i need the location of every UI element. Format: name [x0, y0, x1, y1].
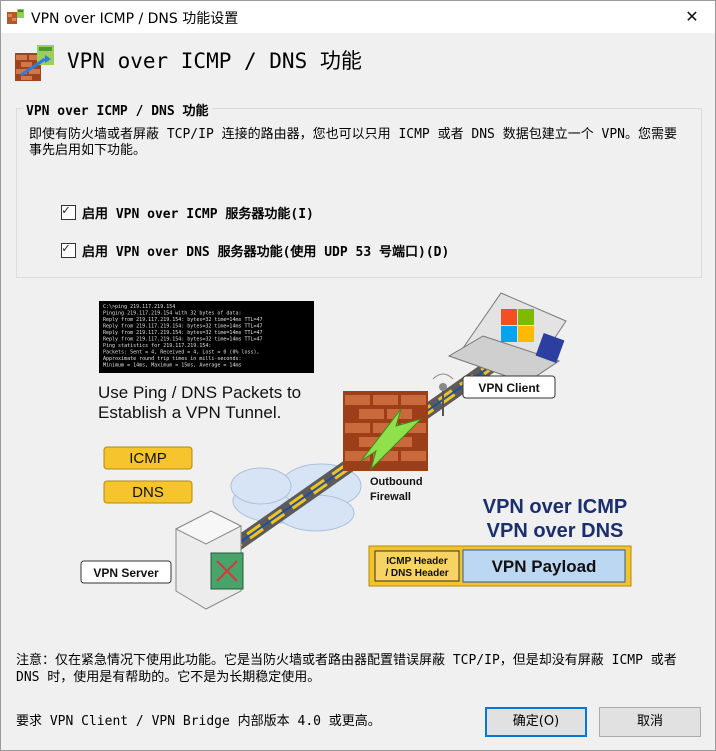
firewall-wall-icon	[343, 391, 428, 471]
terminal-line: Reply from 219.117.219.154: bytes=32 tim…	[103, 337, 263, 343]
terminal-line: Pinging 219.117.219.154 with 32 bytes of…	[103, 311, 241, 317]
icmp-header-label: ICMP Header	[386, 556, 448, 567]
icmp-badge: ICMP	[103, 446, 193, 470]
enable-icmp-checkbox[interactable]: 启用 VPN over ICMP 服务器功能(I)	[61, 203, 314, 222]
terminal-line: Ping statistics for 219.117.219.154:	[103, 343, 211, 349]
firewall-label-1: Outbound	[370, 476, 423, 488]
checkbox-dns-label: 启用 VPN over DNS 服务器功能(使用 UDP 53 号端口)(D)	[82, 245, 450, 260]
vpn-diagram: C:\>ping 219.117.219.154Pinging 219.117.…	[80, 292, 632, 610]
terminal-line: Reply from 219.117.219.154: bytes=32 tim…	[103, 317, 263, 323]
title-bar: VPN over ICMP / DNS 功能设置 ✕	[1, 1, 715, 33]
server-icon	[174, 510, 244, 610]
dns-badge: DNS	[103, 480, 193, 504]
requirement-text: 要求 VPN Client / VPN Bridge 内部版本 4.0 或更高。	[16, 714, 381, 729]
vpn-payload-label: VPN Payload	[492, 557, 597, 576]
diagram-caption-2: Establish a VPN Tunnel.	[98, 403, 281, 422]
close-icon: ✕	[685, 7, 699, 26]
vpn-server-label: VPN Server	[80, 560, 172, 584]
warning-note: 注意：仅在紧急情况下使用此功能。它是当防火墙或者路由器配置错误屏蔽 TCP/IP…	[16, 653, 677, 685]
svg-text:VPN Server: VPN Server	[93, 566, 159, 580]
icmp-badge-label: ICMP	[129, 450, 167, 467]
checkbox-icmp-label: 启用 VPN over ICMP 服务器功能(I)	[82, 207, 314, 222]
firewall-icon	[15, 45, 54, 81]
vpn-client-label: VPN Client	[462, 375, 556, 399]
terminal-line: Packets: Sent = 4, Received = 4, Lost = …	[103, 350, 260, 356]
ping-terminal: C:\>ping 219.117.219.154Pinging 219.117.…	[99, 301, 314, 373]
header-title: VPN over ICMP / DNS 功能	[67, 49, 362, 73]
terminal-line: C:\>ping 219.117.219.154	[103, 304, 175, 310]
dialog-window: VPN over ICMP / DNS 功能设置 ✕ VPN over ICMP…	[0, 0, 716, 751]
settings-group: VPN over ICMP / DNS 功能 即使有防火墙或者屏蔽 TCP/IP…	[16, 100, 702, 278]
packet-diagram: ICMP Header / DNS Header VPN Payload	[368, 545, 632, 587]
diagram-caption-1: Use Ping / DNS Packets to	[98, 383, 301, 402]
ok-button[interactable]: 确定(O)	[485, 707, 587, 737]
firewall-label-2: Firewall	[370, 491, 411, 503]
title-vpn-over-dns: VPN over DNS	[487, 520, 624, 542]
dialog-header: VPN over ICMP / DNS 功能	[1, 33, 715, 89]
group-description: 即使有防火墙或者屏蔽 TCP/IP 连接的路由器，您也可以只用 ICMP 或者 …	[29, 127, 678, 158]
app-icon	[7, 9, 24, 24]
laptop-icon	[447, 292, 567, 384]
dns-badge-label: DNS	[132, 484, 164, 501]
group-legend: VPN over ICMP / DNS 功能	[23, 100, 212, 119]
checkbox-dns-box[interactable]	[61, 241, 76, 258]
close-button[interactable]: ✕	[669, 1, 715, 33]
terminal-line: Reply from 219.117.219.154: bytes=32 tim…	[103, 330, 263, 336]
cancel-button[interactable]: 取消	[599, 707, 701, 737]
title-vpn-over-icmp: VPN over ICMP	[483, 496, 627, 518]
terminal-line: Approximate round trip times in milli-se…	[103, 356, 241, 362]
window-title: VPN over ICMP / DNS 功能设置	[31, 11, 239, 27]
dns-header-label: / DNS Header	[385, 568, 448, 579]
terminal-line: Reply from 219.117.219.154: bytes=32 tim…	[103, 324, 263, 330]
enable-dns-checkbox[interactable]: 启用 VPN over DNS 服务器功能(使用 UDP 53 号端口)(D)	[61, 241, 449, 260]
svg-text:VPN Client: VPN Client	[478, 381, 539, 395]
checkbox-icmp-box[interactable]	[61, 203, 76, 220]
terminal-line: Minimum = 14ms, Maximum = 15ms, Average …	[103, 363, 241, 369]
